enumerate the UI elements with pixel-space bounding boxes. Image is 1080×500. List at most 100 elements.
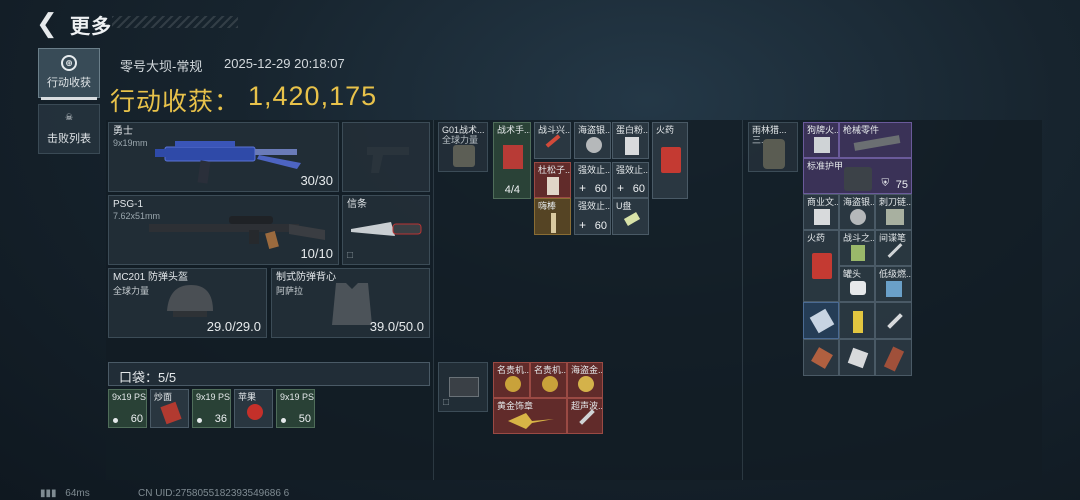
rig-item-label: 战术手... <box>497 125 531 135</box>
backpack-item[interactable]: 海盗银... <box>839 194 875 230</box>
primary-weapon-slot[interactable]: 勇士 9x19mm 30/30 <box>108 122 339 192</box>
primary-weapon-name: 勇士 <box>113 126 133 137</box>
tab-haul-label: 行动收获 <box>47 77 91 89</box>
armor-faction: 阿萨拉 <box>276 286 304 296</box>
backpack-item[interactable]: 低级燃... <box>875 266 912 302</box>
secure-case-slot[interactable]: □ <box>438 362 488 412</box>
title-decoration <box>112 16 238 28</box>
backpack-item[interactable]: 罐头 <box>839 266 875 302</box>
noodle-pack-icon <box>160 401 182 425</box>
backpack-item[interactable] <box>803 339 839 376</box>
rig-item[interactable]: 战斗兴... <box>534 122 571 159</box>
rig-item[interactable]: 强效止... + 60 <box>574 198 611 235</box>
armor-slot[interactable]: 制式防弹背心 阿萨拉 39.0/50.0 <box>271 268 430 338</box>
gunpowder-icon <box>812 253 832 279</box>
backpack-item-label: 狗牌火... <box>807 125 839 135</box>
case-item[interactable]: 黄金饰章 <box>493 398 567 434</box>
tab-haul[interactable]: ⊕ 行动收获 <box>38 48 100 100</box>
rig-item[interactable]: 蛋白粉... <box>612 122 649 159</box>
ammo-dot-icon <box>197 418 202 423</box>
rig-item[interactable]: 火药 <box>652 122 688 199</box>
backpack-item[interactable]: 刺刀链... <box>875 194 912 230</box>
backpack-item-label: 海盗银... <box>843 197 875 207</box>
page-title: 更多 <box>70 16 112 38</box>
rifle-icon <box>149 216 325 250</box>
backpack-item[interactable] <box>875 302 912 339</box>
armor-plate-icon <box>844 167 872 191</box>
rig-item[interactable]: 战术手... 4/4 <box>493 122 531 199</box>
knife-icon <box>351 222 422 236</box>
backpack-slot[interactable]: 雨林猎... 三... <box>748 122 798 172</box>
gold-coin-icon <box>578 376 594 392</box>
backpack-item[interactable] <box>839 339 875 376</box>
chocolate-icon <box>883 346 905 372</box>
rig-item-label: 火药 <box>656 125 675 135</box>
chest-rig-slot[interactable]: G01战术... 全球力量 <box>438 122 488 172</box>
pocket-item[interactable]: 9x19 PSG 36 <box>192 389 231 428</box>
coin-icon <box>850 209 866 225</box>
stick-icon <box>551 213 556 233</box>
pocket-label: 口袋：5/5 <box>119 370 177 385</box>
rig-item[interactable]: 海盗银... <box>574 122 611 159</box>
pocket-item-label: 9x19 PSG <box>280 392 315 402</box>
helmet-slot[interactable]: MC201 防弹头盔 全球力量 29.0/29.0 <box>108 268 267 338</box>
rig-item[interactable]: U盘 <box>612 198 649 235</box>
pocket-item[interactable]: 炒面 <box>150 389 189 428</box>
secondary-weapon-slot[interactable]: PSG-1 7.62x51mm 10/10 <box>108 195 339 265</box>
rig-item[interactable]: 嗨棒 <box>534 198 571 235</box>
case-item[interactable]: 名贵机... <box>493 362 530 398</box>
backpack-item[interactable]: 火药 <box>803 230 839 302</box>
pocket-item[interactable]: 苹果 <box>234 389 273 428</box>
melee-slot[interactable]: 信条 □ <box>342 195 430 265</box>
chain-icon <box>886 209 904 225</box>
case-item-label: 名贵机... <box>534 365 567 375</box>
pen-icon <box>887 243 903 258</box>
rig-item-count: 4/4 <box>504 184 520 196</box>
primary-weapon-caliber: 9x19mm <box>113 138 148 148</box>
gun-parts-icon <box>853 135 901 151</box>
case-item[interactable]: 超声波... <box>567 398 603 434</box>
sidearm-slot[interactable] <box>342 122 430 192</box>
backpack-item[interactable] <box>839 302 875 339</box>
backpack-item[interactable] <box>875 339 912 376</box>
backpack-item[interactable]: 标准护甲 ⛨ 75 <box>803 158 912 194</box>
back-button[interactable]: ❮ <box>36 10 66 36</box>
case-item-label: 名贵机... <box>497 365 530 375</box>
case-icon <box>449 377 479 397</box>
pocket-header: 口袋：5/5 <box>108 362 430 386</box>
ration-icon <box>851 245 865 261</box>
rig-item[interactable]: 杜松子... <box>534 162 571 198</box>
card-icon <box>809 308 835 334</box>
backpack-item[interactable]: 商业文... <box>803 194 839 230</box>
pocket-item-label: 9x19 PSG <box>196 392 231 402</box>
primary-ammo-count: 30/30 <box>300 173 333 188</box>
rig-item[interactable]: 强效止... + 60 <box>574 162 611 198</box>
backpack-item-label: 标准护甲 <box>807 161 844 171</box>
plus-icon: + <box>579 181 587 195</box>
backpack-item[interactable]: 枪械零件 <box>839 122 912 158</box>
tab-active-indicator <box>41 97 97 100</box>
rig-item-count: 60 <box>594 183 607 195</box>
syringe-icon <box>545 134 561 148</box>
case-item[interactable]: 名贵机... <box>530 362 567 398</box>
column-divider <box>433 120 434 480</box>
pocket-item[interactable]: 9x19 PSG 60 <box>108 389 147 428</box>
case-item[interactable]: 海盗金... <box>567 362 603 398</box>
rig-item-label: 战斗兴... <box>538 125 571 135</box>
rig-item-label: 海盗银... <box>578 125 611 135</box>
map-name: 零号大坝-常规 <box>120 59 203 74</box>
tab-kill-list[interactable]: ☠ 击败列表 <box>38 104 100 154</box>
backpack-item[interactable]: 间谍笔 <box>875 230 912 266</box>
backpack-item[interactable]: 战斗之... <box>839 230 875 266</box>
secondary-ammo-count: 10/10 <box>300 246 333 261</box>
pocket-item-label: 炒面 <box>154 392 173 402</box>
backpack-item-label: 间谍笔 <box>879 233 907 243</box>
rig-item[interactable]: 强效止... + 60 <box>612 162 649 198</box>
wrench-icon <box>887 313 903 329</box>
lock-icon: □ <box>347 250 354 261</box>
pistol-icon <box>367 147 409 173</box>
pocket-item[interactable]: 9x19 PSG 50 <box>276 389 315 428</box>
backpack-item[interactable] <box>803 302 839 339</box>
bottle-icon <box>547 177 559 195</box>
backpack-item[interactable]: 狗牌火... <box>803 122 839 158</box>
